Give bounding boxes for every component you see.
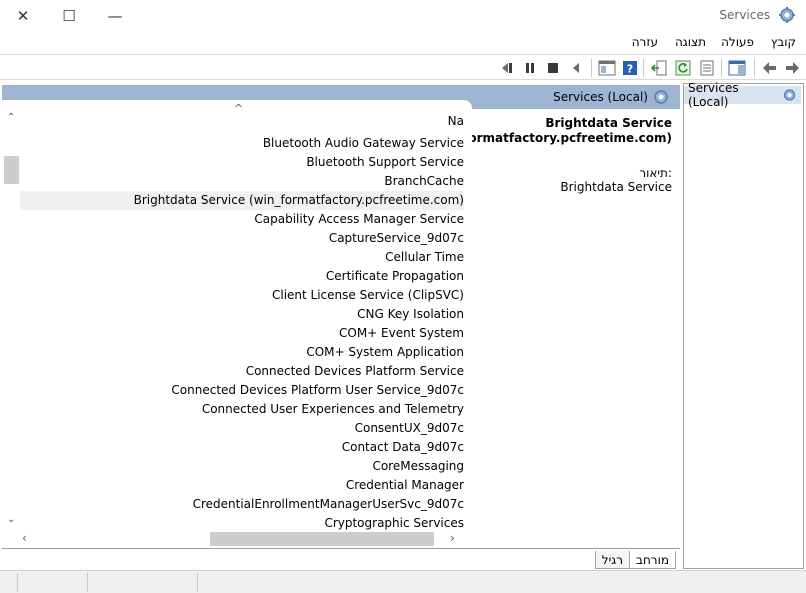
menu-view[interactable]: תצוגה: [675, 35, 706, 49]
minimize-button[interactable]: —: [92, 0, 138, 32]
table-row[interactable]: COM+ System Application: [20, 343, 464, 362]
help-icon: ?: [623, 61, 637, 76]
help-button[interactable]: ?: [620, 58, 640, 78]
pause-service-button[interactable]: [520, 58, 540, 78]
menu-bar: קובץ פעולה תצוגה עזרה: [0, 32, 806, 54]
table-row[interactable]: COM+ Event System: [20, 324, 464, 343]
tree-item-label: Services (Local): [688, 81, 739, 109]
show-hide-tree-icon: [728, 60, 746, 76]
menu-view-label: תצוגה: [674, 35, 706, 49]
scroll-up-icon[interactable]: ⌃: [7, 112, 15, 123]
maximize-icon: ☐: [62, 7, 76, 25]
main-header-title: Services (Local): [553, 90, 648, 104]
table-row[interactable]: Connected Devices Platform User Service_…: [20, 381, 464, 400]
window-title: Services: [719, 8, 770, 22]
svg-text:?: ?: [627, 63, 633, 76]
tree-item-services-local[interactable]: Services (Local): [684, 81, 801, 109]
show-hide-tree-button[interactable]: [727, 58, 747, 78]
tab-extended[interactable]: מורחב: [629, 551, 676, 569]
table-row[interactable]: Brightdata Service (win_formatfactory.pc…: [20, 191, 464, 210]
menu-file[interactable]: קובץ: [771, 35, 796, 49]
toolbar: ?: [0, 54, 806, 80]
refresh-icon: [675, 60, 691, 76]
close-icon: ✕: [16, 7, 30, 25]
pause-icon: [526, 63, 534, 73]
view-tabs: מורחב רגיל: [2, 548, 680, 570]
detail-description-label: תיאור:: [639, 166, 672, 180]
forward-button[interactable]: [782, 58, 802, 78]
menu-action[interactable]: פעולה: [721, 35, 754, 49]
close-button[interactable]: ✕: [0, 0, 46, 32]
menu-help-label: עזרה: [631, 35, 658, 49]
scroll-down-icon[interactable]: ⌄: [7, 514, 15, 525]
status-cell: [18, 573, 88, 592]
table-row[interactable]: Connected User Experiences and Telemetry: [20, 400, 464, 419]
table-row[interactable]: Client License Service (ClipSVC): [20, 286, 464, 305]
table-row[interactable]: Capability Access Manager Service: [20, 210, 464, 229]
list-header: ^: [2, 100, 472, 115]
scroll-left-icon[interactable]: ‹: [22, 531, 27, 545]
tab-standard[interactable]: רגיל: [594, 551, 630, 569]
toolbar-separator: [643, 59, 644, 77]
table-row[interactable]: CredentialEnrollmentManagerUserSvc_9d07c: [20, 495, 464, 514]
console-icon: [598, 60, 616, 76]
restart-icon: [502, 63, 512, 73]
table-row[interactable]: BranchCache: [20, 172, 464, 191]
console-button[interactable]: [597, 58, 617, 78]
restart-service-button[interactable]: [496, 58, 516, 78]
table-row[interactable]: Certificate Propagation: [20, 267, 464, 286]
vertical-scroll-thumb[interactable]: [4, 156, 19, 184]
detail-description-value: Brightdata Service: [560, 180, 672, 194]
minimize-icon: —: [107, 7, 123, 25]
title-bar: ✕ ☐ — Services: [0, 0, 806, 32]
column-header-name[interactable]: Na: [448, 114, 464, 128]
start-service-button[interactable]: [566, 58, 586, 78]
table-row[interactable]: Contact Data_9d07c: [20, 438, 464, 457]
forward-icon: [786, 62, 799, 74]
properties-icon: [700, 60, 714, 76]
services-gear-icon: [652, 88, 670, 106]
export-icon: [651, 60, 667, 76]
services-gear-icon: [778, 6, 796, 24]
scroll-right-icon[interactable]: ›: [450, 531, 455, 545]
table-row[interactable]: ConsentUX_9d07c: [20, 419, 464, 438]
sort-indicator-icon: ^: [234, 102, 244, 115]
menu-help[interactable]: עזרה: [632, 35, 658, 49]
table-row[interactable]: CoreMessaging: [20, 457, 464, 476]
services-gear-icon: [783, 89, 796, 101]
toolbar-separator: [721, 59, 722, 77]
toolbar-separator: [591, 59, 592, 77]
table-row[interactable]: Bluetooth Support Service: [20, 153, 464, 172]
table-row[interactable]: Connected Devices Platform Service: [20, 362, 464, 381]
export-button[interactable]: [649, 58, 669, 78]
console-tree: Services (Local): [683, 81, 804, 569]
toolbar-separator: [754, 59, 755, 77]
table-row[interactable]: CaptureService_9d07c: [20, 229, 464, 248]
refresh-button[interactable]: [673, 58, 693, 78]
horizontal-scroll-thumb[interactable]: [210, 532, 434, 546]
back-button[interactable]: [760, 58, 780, 78]
table-row[interactable]: Cellular Time: [20, 248, 464, 267]
start-icon: [573, 63, 579, 73]
stop-icon: [548, 63, 558, 73]
status-cell: [88, 573, 198, 592]
menu-action-label: פעולה: [721, 35, 754, 49]
table-row[interactable]: Bluetooth Audio Gateway Service: [20, 134, 464, 153]
maximize-button[interactable]: ☐: [46, 0, 92, 32]
status-cell: [0, 573, 18, 592]
table-row[interactable]: CNG Key Isolation: [20, 305, 464, 324]
menu-file-label: קובץ: [770, 35, 796, 49]
stop-service-button[interactable]: [543, 58, 563, 78]
service-list: ^ Na Bluetooth Audio Gateway Service Blue…: [2, 100, 472, 534]
properties-button[interactable]: [697, 58, 717, 78]
back-icon: [763, 62, 776, 74]
table-row[interactable]: Credential Manager: [20, 476, 464, 495]
status-bar: [0, 570, 806, 593]
